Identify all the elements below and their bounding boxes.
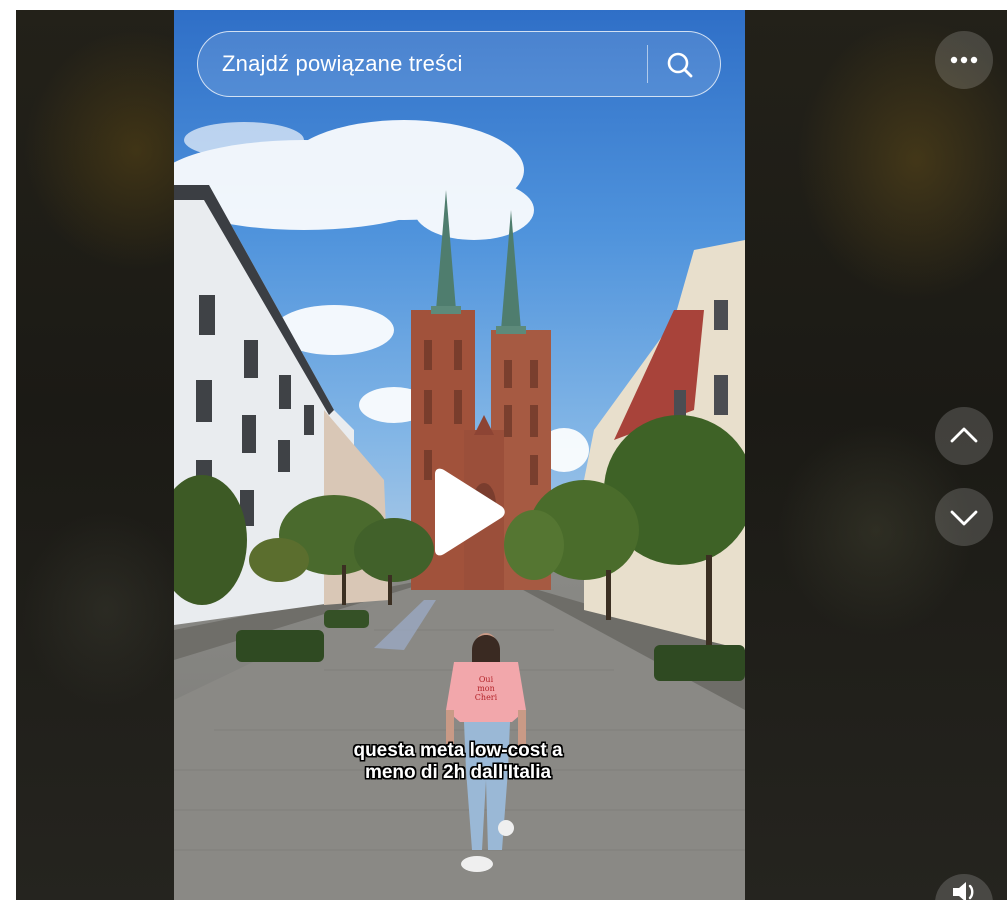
video-viewer: Oui mon Cheri Znajdź powiązane treści qu… — [0, 0, 1007, 900]
search-icon[interactable] — [665, 50, 695, 80]
search-bar[interactable]: Znajdź powiązane treści — [197, 31, 721, 97]
search-input[interactable]: Znajdź powiązane treści — [222, 32, 463, 95]
play-icon[interactable] — [427, 468, 507, 556]
more-options-button[interactable] — [935, 31, 993, 89]
shirt-text-3: Cheri — [475, 693, 498, 702]
previous-video-button[interactable] — [935, 407, 993, 465]
shirt-text-1: Oui — [479, 675, 494, 684]
video-caption: questa meta low-cost a meno di 2h dall'I… — [258, 740, 658, 784]
caption-line-2: meno di 2h dall'Italia — [364, 762, 552, 783]
search-divider — [647, 45, 648, 83]
volume-icon — [953, 882, 974, 900]
next-video-button[interactable] — [935, 488, 993, 546]
more-horizontal-icon — [950, 56, 978, 64]
chevron-down-icon — [950, 510, 978, 526]
shirt-text-2: mon — [477, 684, 495, 693]
caption-line-1: questa meta low-cost a — [353, 740, 563, 761]
volume-button[interactable] — [935, 874, 993, 900]
chevron-up-icon — [950, 427, 978, 443]
